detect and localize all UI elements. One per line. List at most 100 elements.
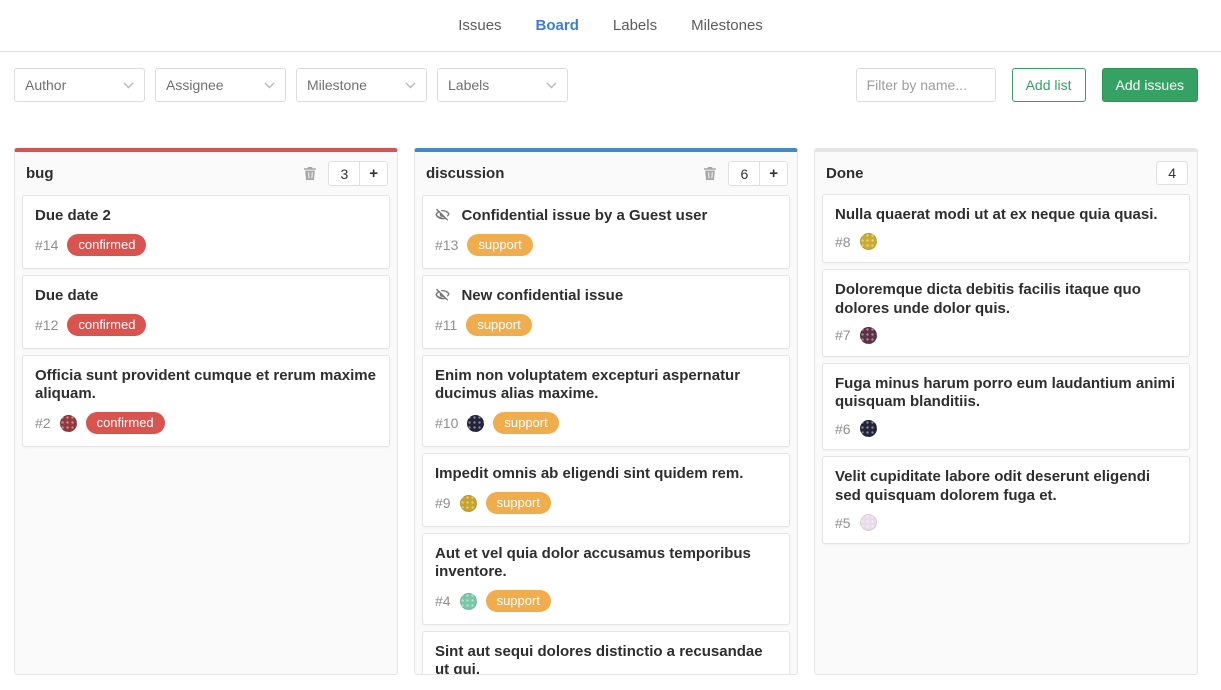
column-card-list: Due date 2 #14 confirmed Due date #12 co… bbox=[15, 195, 397, 674]
add-card-button[interactable]: + bbox=[359, 162, 387, 185]
nav-tab-milestones[interactable]: Milestones bbox=[689, 11, 765, 40]
filter-by-name-input[interactable] bbox=[856, 68, 996, 102]
issue-id: #13 bbox=[435, 237, 458, 253]
label-badge-support[interactable]: support bbox=[486, 590, 551, 612]
label-badge-confirmed[interactable]: confirmed bbox=[67, 314, 146, 336]
issue-meta-row: #14 confirmed bbox=[35, 234, 377, 256]
delete-list-button[interactable] bbox=[301, 164, 319, 183]
issue-card[interactable]: Officia sunt provident cumque et rerum m… bbox=[22, 355, 390, 447]
issue-id: #10 bbox=[435, 415, 458, 431]
issue-card[interactable]: Confidential issue by a Guest user #13 s… bbox=[422, 195, 790, 269]
issue-card[interactable]: Doloremque dicta debitis facilis itaque … bbox=[822, 269, 1190, 357]
assignee-avatar[interactable] bbox=[860, 327, 877, 344]
issue-meta-row: #10 support bbox=[435, 412, 777, 434]
add-issues-button[interactable]: Add issues bbox=[1102, 68, 1198, 102]
issue-title: Confidential issue by a Guest user bbox=[461, 207, 707, 224]
issue-card[interactable]: Due date #12 confirmed bbox=[22, 275, 390, 349]
issue-title-row: Enim non voluptatem excepturi aspernatur… bbox=[435, 367, 777, 404]
filter-dropdown-labels[interactable]: Labels bbox=[437, 68, 568, 102]
column-actions: 4 bbox=[1156, 161, 1188, 185]
issue-title: Due date 2 bbox=[35, 207, 111, 224]
add-card-button[interactable]: + bbox=[759, 162, 787, 185]
dropdown-label: Milestone bbox=[307, 77, 367, 93]
assignee-avatar[interactable] bbox=[460, 495, 477, 512]
filter-dropdown-milestone[interactable]: Milestone bbox=[296, 68, 427, 102]
label-badge-support[interactable]: support bbox=[467, 234, 532, 256]
issue-title: Sint aut sequi dolores distinctio a recu… bbox=[435, 643, 763, 674]
assignee-avatar[interactable] bbox=[467, 415, 484, 432]
chevron-down-icon bbox=[405, 82, 416, 89]
column-count-group: 4 bbox=[1156, 161, 1188, 185]
top-navbar: Issues Board Labels Milestones bbox=[0, 0, 1221, 52]
assignee-avatar[interactable] bbox=[60, 415, 77, 432]
issue-count-badge: 3 bbox=[329, 162, 359, 185]
issue-title-row: Impedit omnis ab eligendi sint quidem re… bbox=[435, 465, 777, 483]
issue-card[interactable]: Impedit omnis ab eligendi sint quidem re… bbox=[422, 453, 790, 527]
label-badge-confirmed[interactable]: confirmed bbox=[86, 412, 165, 434]
issue-count-badge: 6 bbox=[729, 162, 759, 185]
nav-tab-issues[interactable]: Issues bbox=[456, 11, 503, 40]
label-badge-confirmed[interactable]: confirmed bbox=[67, 234, 146, 256]
assignee-avatar[interactable] bbox=[860, 420, 877, 437]
issue-title-row: Velit cupiditate labore odit deserunt el… bbox=[835, 468, 1177, 505]
column-count-group: 3 + bbox=[328, 161, 388, 186]
issue-card[interactable]: Nulla quaerat modi ut at ex neque quia q… bbox=[822, 194, 1190, 263]
issue-title: Impedit omnis ab eligendi sint quidem re… bbox=[435, 465, 743, 482]
issue-card[interactable]: Velit cupiditate labore odit deserunt el… bbox=[822, 456, 1190, 544]
column-card-list: Confidential issue by a Guest user #13 s… bbox=[415, 195, 797, 674]
column-count-group: 6 + bbox=[728, 161, 788, 186]
issue-card[interactable]: Enim non voluptatem excepturi aspernatur… bbox=[422, 355, 790, 447]
issue-id: #7 bbox=[835, 327, 851, 343]
issue-title-row: New confidential issue bbox=[435, 287, 777, 305]
column-header: bug 3 + bbox=[15, 152, 397, 195]
issue-title: Officia sunt provident cumque et rerum m… bbox=[35, 367, 376, 402]
issue-card[interactable]: New confidential issue #11 support bbox=[422, 275, 790, 349]
issue-title: Due date bbox=[35, 287, 98, 304]
nav-tab-board[interactable]: Board bbox=[534, 11, 581, 40]
column-title: bug bbox=[26, 165, 54, 182]
dropdown-label: Author bbox=[25, 77, 66, 93]
assignee-avatar[interactable] bbox=[460, 593, 477, 610]
issue-card[interactable]: Aut et vel quia dolor accusamus temporib… bbox=[422, 533, 790, 625]
issue-card[interactable]: Fuga minus harum porro eum laudantium an… bbox=[822, 363, 1190, 451]
assignee-avatar[interactable] bbox=[860, 233, 877, 250]
issue-id: #2 bbox=[35, 415, 51, 431]
assignee-avatar[interactable] bbox=[860, 514, 877, 531]
issue-title-row: Due date 2 bbox=[35, 207, 377, 225]
board-column-done: Done 4 Nulla quaerat modi ut at ex neque… bbox=[814, 148, 1198, 675]
issue-title: New confidential issue bbox=[461, 287, 623, 304]
label-badge-support[interactable]: support bbox=[486, 492, 551, 514]
issue-title: Doloremque dicta debitis facilis itaque … bbox=[835, 281, 1141, 316]
issue-title-row: Due date bbox=[35, 287, 377, 305]
issue-title-row: Confidential issue by a Guest user bbox=[435, 207, 777, 225]
issue-title-row: Doloremque dicta debitis facilis itaque … bbox=[835, 281, 1177, 318]
column-header: discussion 6 + bbox=[415, 152, 797, 195]
issue-meta-row: #13 support bbox=[435, 234, 777, 256]
board-column-discussion: discussion 6 + Confident bbox=[414, 148, 798, 675]
issue-count-badge: 4 bbox=[1157, 162, 1187, 184]
issue-title: Velit cupiditate labore odit deserunt el… bbox=[835, 468, 1150, 503]
issue-meta-row: #8 bbox=[835, 233, 1177, 250]
issue-id: #12 bbox=[35, 317, 58, 333]
delete-list-button[interactable] bbox=[701, 164, 719, 183]
issue-title: Nulla quaerat modi ut at ex neque quia q… bbox=[835, 206, 1158, 223]
dropdown-label: Assignee bbox=[166, 77, 224, 93]
issue-card[interactable]: Due date 2 #14 confirmed bbox=[22, 195, 390, 269]
filter-dropdowns: Author Assignee Milestone Labels bbox=[14, 68, 568, 102]
label-badge-support[interactable]: support bbox=[466, 314, 531, 336]
issue-card[interactable]: Sint aut sequi dolores distinctio a recu… bbox=[422, 631, 790, 674]
column-header: Done 4 bbox=[815, 152, 1197, 194]
add-list-button[interactable]: Add list bbox=[1012, 68, 1086, 102]
trash-icon bbox=[703, 166, 717, 181]
board: bug 3 + Due date 2 #14 bbox=[0, 118, 1221, 675]
chevron-down-icon bbox=[123, 82, 134, 89]
filter-bar: Author Assignee Milestone Labels Add lis… bbox=[0, 52, 1221, 118]
issue-meta-row: #2 confirmed bbox=[35, 412, 377, 434]
dropdown-label: Labels bbox=[448, 77, 489, 93]
eye-slash-icon bbox=[435, 288, 450, 301]
nav-tab-labels[interactable]: Labels bbox=[611, 11, 659, 40]
filter-dropdown-author[interactable]: Author bbox=[14, 68, 145, 102]
filter-dropdown-assignee[interactable]: Assignee bbox=[155, 68, 286, 102]
issue-meta-row: #11 support bbox=[435, 314, 777, 336]
label-badge-support[interactable]: support bbox=[493, 412, 558, 434]
